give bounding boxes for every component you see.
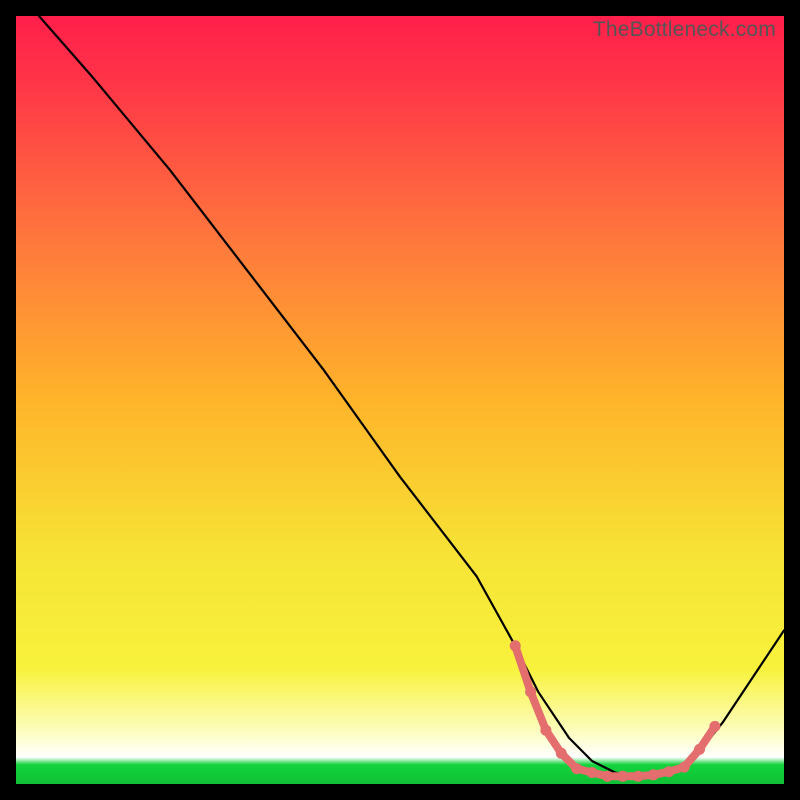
highlight-dot xyxy=(525,686,536,697)
highlight-dot xyxy=(679,762,690,773)
highlight-dot xyxy=(709,721,720,732)
highlight-dot xyxy=(633,771,644,782)
highlight-dot xyxy=(648,769,659,780)
highlight-dot xyxy=(571,763,582,774)
gradient-background xyxy=(16,16,784,784)
highlight-dot xyxy=(587,767,598,778)
watermark-text: TheBottleneck.com xyxy=(593,18,776,42)
chart-frame: TheBottleneck.com xyxy=(16,16,784,784)
highlight-dot xyxy=(663,766,674,777)
highlight-dot xyxy=(694,744,705,755)
highlight-dot xyxy=(540,725,551,736)
highlight-dot xyxy=(556,748,567,759)
highlight-dot xyxy=(602,771,613,782)
highlight-dot xyxy=(510,640,521,651)
highlight-dot xyxy=(617,771,628,782)
bottleneck-chart xyxy=(16,16,784,784)
